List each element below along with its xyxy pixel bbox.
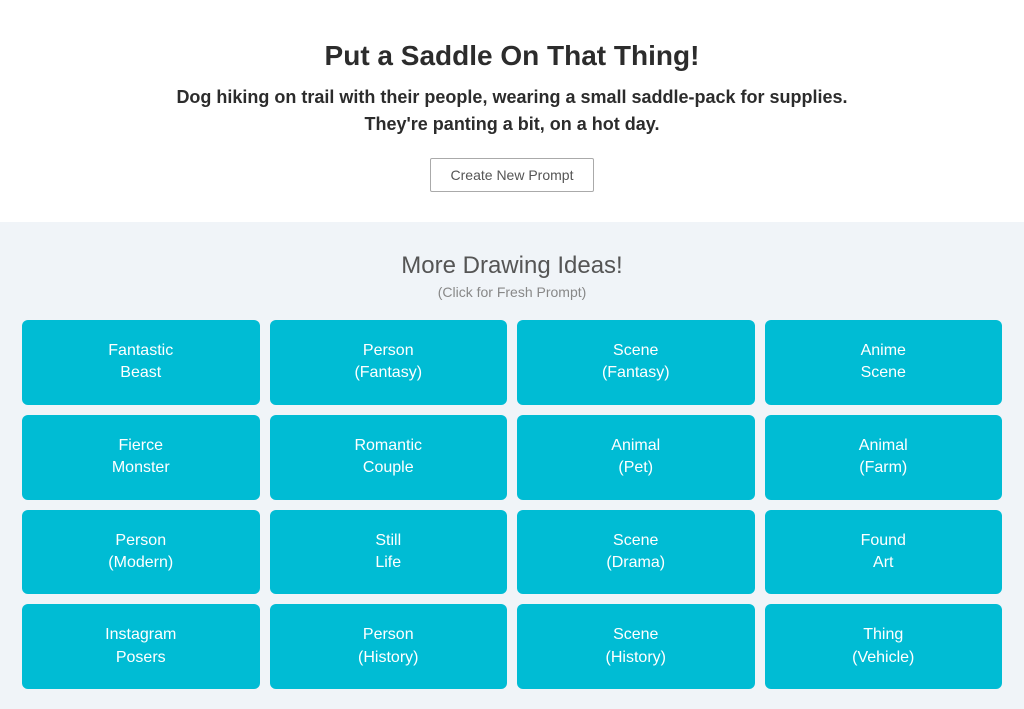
subtitle: Dog hiking on trail with their people, w… [20, 84, 1004, 138]
ideas-title: More Drawing Ideas! [20, 252, 1004, 280]
main-title: Put a Saddle On That Thing! [20, 40, 1004, 72]
ideas-card-15[interactable]: Thing (Vehicle) [765, 604, 1003, 689]
header-section: Put a Saddle On That Thing! Dog hiking o… [0, 0, 1024, 222]
ideas-card-0[interactable]: Fantastic Beast [22, 320, 260, 405]
ideas-section: More Drawing Ideas! (Click for Fresh Pro… [0, 222, 1024, 709]
ideas-card-2[interactable]: Scene (Fantasy) [517, 320, 755, 405]
ideas-subtitle: (Click for Fresh Prompt) [20, 284, 1004, 300]
ideas-card-8[interactable]: Person (Modern) [22, 510, 260, 595]
ideas-card-3[interactable]: Anime Scene [765, 320, 1003, 405]
ideas-card-13[interactable]: Person (History) [270, 604, 508, 689]
ideas-card-11[interactable]: Found Art [765, 510, 1003, 595]
ideas-card-4[interactable]: Fierce Monster [22, 415, 260, 500]
ideas-card-5[interactable]: Romantic Couple [270, 415, 508, 500]
create-new-prompt-button[interactable]: Create New Prompt [430, 158, 595, 192]
ideas-card-7[interactable]: Animal (Farm) [765, 415, 1003, 500]
ideas-card-9[interactable]: Still Life [270, 510, 508, 595]
ideas-card-1[interactable]: Person (Fantasy) [270, 320, 508, 405]
subtitle-line2: They're panting a bit, on a hot day. [365, 114, 660, 134]
ideas-card-6[interactable]: Animal (Pet) [517, 415, 755, 500]
ideas-card-14[interactable]: Scene (History) [517, 604, 755, 689]
ideas-card-10[interactable]: Scene (Drama) [517, 510, 755, 595]
subtitle-line1: Dog hiking on trail with their people, w… [176, 87, 847, 107]
ideas-grid: Fantastic BeastPerson (Fantasy)Scene (Fa… [22, 320, 1002, 689]
ideas-card-12[interactable]: Instagram Posers [22, 604, 260, 689]
